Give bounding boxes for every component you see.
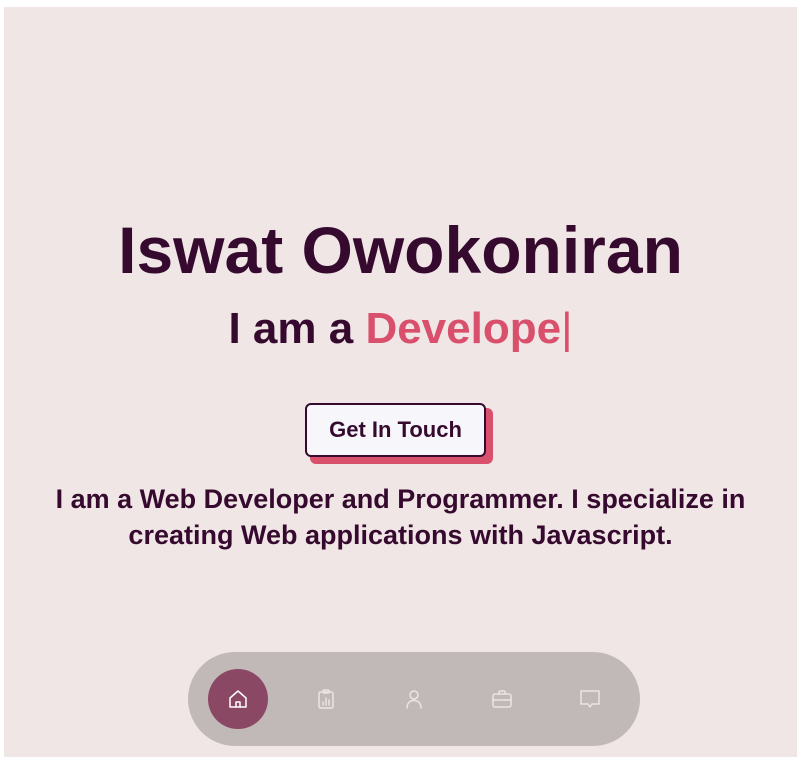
get-in-touch-wrapper: Get In Touch [305, 403, 493, 464]
briefcase-icon [492, 690, 512, 708]
nav-portfolio[interactable] [472, 669, 532, 729]
page: Iswat Owokoniran I am a Develope| Get In… [4, 7, 797, 757]
clipboard-chart-icon [318, 689, 334, 709]
nav-home[interactable] [208, 669, 268, 729]
nav-about[interactable] [384, 669, 444, 729]
typing-caret: | [561, 304, 573, 353]
nav-contact[interactable] [560, 669, 620, 729]
bottom-nav-bar [188, 652, 640, 746]
hero-role: I am a Develope| [4, 307, 797, 351]
role-prefix: I am a [228, 304, 366, 353]
home-icon [229, 690, 247, 708]
hero-name: Iswat Owokoniran [118, 213, 683, 287]
get-in-touch-button[interactable]: Get In Touch [305, 403, 486, 457]
nav-resume[interactable] [296, 669, 356, 729]
user-icon [406, 690, 422, 709]
role-typed-text: Develope [365, 304, 562, 353]
hero-bio: I am a Web Developer and Programmer. I s… [55, 484, 746, 550]
chat-icon [580, 690, 600, 708]
